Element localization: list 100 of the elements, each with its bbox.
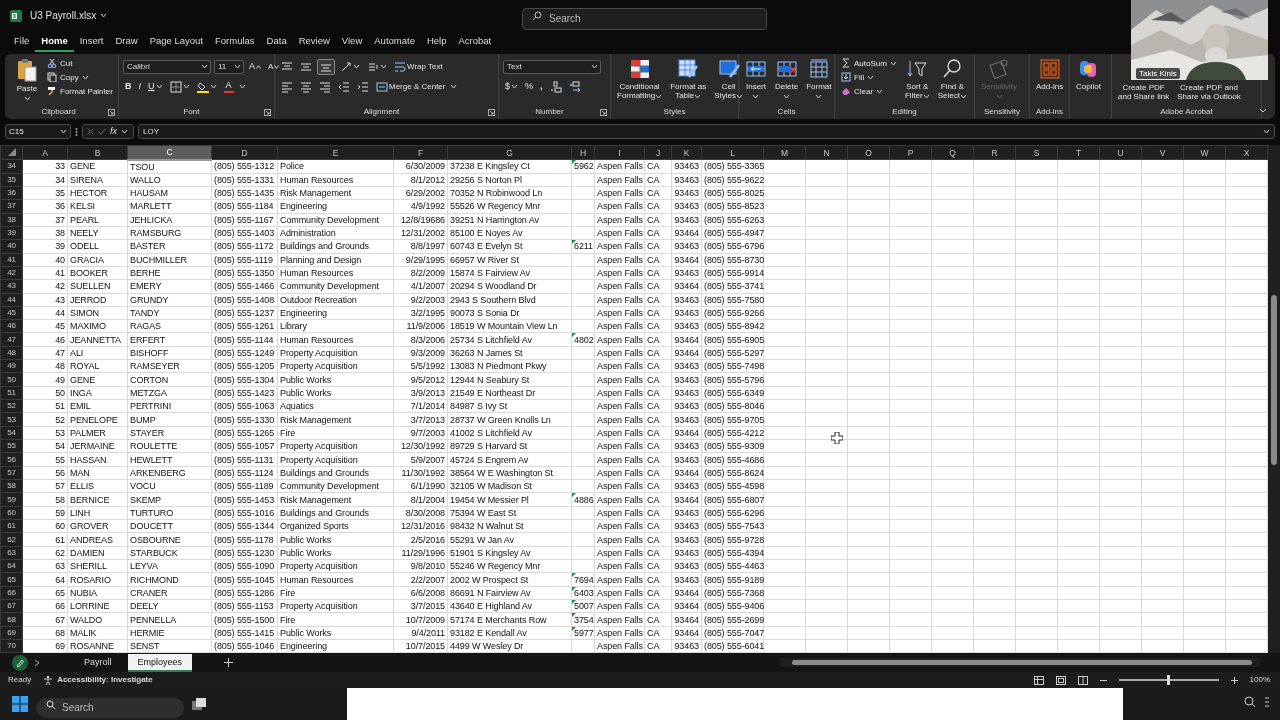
column-header[interactable]: U bbox=[1099, 145, 1142, 160]
table-cell: Aspen Falls bbox=[594, 226, 645, 240]
menu-tab[interactable]: View bbox=[335, 33, 369, 53]
menu-tab[interactable]: Acrobat bbox=[452, 33, 498, 53]
insert-function-button[interactable]: fx bbox=[110, 124, 117, 139]
menu-tab[interactable]: Help bbox=[420, 33, 453, 53]
column-header[interactable]: Q bbox=[931, 145, 974, 160]
menu-tab[interactable]: Page Layout bbox=[143, 33, 209, 53]
menu-tab[interactable]: File bbox=[8, 33, 36, 53]
column-header[interactable]: R bbox=[973, 145, 1016, 160]
menu-tab[interactable]: Data bbox=[260, 33, 293, 53]
ribbon-button[interactable]: Format bbox=[804, 56, 834, 102]
font-size-dropdown[interactable]: 11 bbox=[214, 59, 244, 74]
comma-style-button[interactable]: , bbox=[538, 80, 545, 94]
taskbar-search-field[interactable]: Search bbox=[36, 697, 184, 718]
column-header[interactable]: J bbox=[644, 145, 672, 160]
bold-button[interactable]: B bbox=[123, 80, 134, 94]
table-cell: DEELY bbox=[127, 599, 212, 613]
underline-button[interactable]: U bbox=[146, 80, 165, 94]
column-header[interactable]: V bbox=[1141, 145, 1184, 160]
ribbon-button[interactable]: Insert bbox=[743, 56, 769, 102]
file-name-menu[interactable]: U3 Payroll.xlsx bbox=[30, 8, 108, 24]
ribbon-button[interactable]: Cell Styles bbox=[712, 56, 746, 102]
decrease-indent-button[interactable] bbox=[336, 79, 352, 94]
sheet-tab[interactable]: Payroll bbox=[74, 653, 122, 672]
ribbon-button[interactable]: Format as Table bbox=[668, 56, 709, 102]
merge-center-button[interactable]: Merge & Center bbox=[374, 79, 448, 94]
ribbon-button[interactable]: Format Painter bbox=[45, 84, 115, 98]
ribbon-button[interactable]: Create PDF and Share via Outlook bbox=[1175, 81, 1243, 103]
wrap-text-button[interactable]: Wrap Text bbox=[392, 59, 445, 74]
column-header[interactable]: M bbox=[763, 145, 806, 160]
ribbon-button[interactable]: Fill bbox=[839, 70, 899, 84]
ribbon-button[interactable]: Add-ins bbox=[1034, 56, 1066, 93]
ribbon-button[interactable]: Copilot bbox=[1074, 56, 1103, 93]
italic-button[interactable]: I bbox=[136, 80, 143, 94]
column-header[interactable]: I bbox=[594, 145, 645, 160]
column-header[interactable]: X bbox=[1225, 145, 1268, 160]
sheet-tab[interactable]: Employees bbox=[127, 653, 193, 672]
menu-tab[interactable]: Home bbox=[35, 33, 74, 53]
search-field[interactable]: Search bbox=[522, 7, 767, 30]
zoom-level[interactable]: 100% bbox=[1249, 674, 1270, 687]
column-header[interactable]: L bbox=[701, 145, 764, 160]
table-cell: Property Acquisition bbox=[277, 439, 394, 453]
column-header[interactable]: C bbox=[127, 145, 212, 160]
ribbon-button[interactable]: Cut bbox=[45, 56, 115, 70]
column-header[interactable]: T bbox=[1057, 145, 1100, 160]
column-header[interactable]: O bbox=[847, 145, 890, 160]
formula-input[interactable]: LOY bbox=[138, 124, 1275, 140]
column-header[interactable]: D bbox=[211, 145, 278, 160]
menu-tab[interactable]: Draw bbox=[109, 33, 144, 53]
table-cell: (805) 555-1057 bbox=[211, 439, 278, 453]
font-name-dropdown[interactable]: Calibri bbox=[123, 59, 211, 74]
column-header[interactable]: H bbox=[571, 145, 595, 160]
align-button[interactable] bbox=[317, 79, 333, 94]
column-header[interactable]: W bbox=[1183, 145, 1226, 160]
ribbon-button[interactable]: Conditional Formatting bbox=[615, 56, 665, 102]
table-cell: RAMSBURG bbox=[127, 226, 212, 240]
ribbon-button[interactable]: Find & Select bbox=[935, 56, 969, 102]
ribbon-button[interactable]: AutoSum bbox=[839, 56, 899, 70]
grow-font-button[interactable]: A bbox=[247, 60, 263, 74]
currency-button[interactable]: $ bbox=[503, 80, 520, 94]
column-header[interactable]: S bbox=[1015, 145, 1058, 160]
column-header[interactable]: E bbox=[277, 145, 394, 160]
name-box[interactable]: C15 bbox=[5, 124, 71, 140]
increase-indent-button[interactable] bbox=[355, 79, 371, 94]
column-header[interactable]: B bbox=[67, 145, 128, 160]
column-header[interactable]: G bbox=[447, 145, 572, 160]
column-header[interactable]: K bbox=[671, 145, 702, 160]
zoom-slider-thumb[interactable] bbox=[1167, 675, 1171, 686]
font-color-button[interactable]: A bbox=[221, 79, 236, 94]
column-header[interactable]: A bbox=[22, 145, 68, 160]
column-header[interactable]: F bbox=[393, 145, 448, 160]
table-cell: HECTOR bbox=[67, 186, 128, 200]
column-header[interactable]: P bbox=[889, 145, 932, 160]
caret-icon bbox=[815, 93, 823, 99]
menu-tab[interactable]: Formulas bbox=[209, 33, 261, 53]
ribbon-button[interactable]: Sort & Filter bbox=[902, 56, 932, 102]
align-button[interactable] bbox=[298, 79, 314, 94]
table-cell: MARLETT bbox=[127, 199, 212, 214]
align-button[interactable] bbox=[279, 79, 295, 94]
ribbon-button[interactable]: Clear bbox=[839, 84, 899, 98]
number-format-dropdown[interactable]: Text bbox=[503, 59, 601, 74]
ribbon-button[interactable]: Create PDF and Share link bbox=[1116, 81, 1172, 103]
borders-button[interactable] bbox=[167, 79, 192, 94]
table-cell: (805) 555-1046 bbox=[211, 639, 278, 653]
menu-tab[interactable]: Automate bbox=[368, 33, 421, 53]
column-header[interactable]: N bbox=[805, 145, 848, 160]
shrink-font-button[interactable]: A bbox=[266, 60, 282, 74]
ribbon-button[interactable]: Delete bbox=[773, 56, 801, 102]
percent-button[interactable]: % bbox=[523, 80, 536, 94]
ribbon-button[interactable]: Paste bbox=[13, 56, 41, 104]
vertical-scrollbar[interactable] bbox=[1268, 145, 1280, 654]
align-button[interactable] bbox=[317, 58, 335, 75]
horizontal-scrollbar[interactable] bbox=[780, 658, 1260, 668]
table-cell: 61 bbox=[22, 532, 68, 547]
menu-tab[interactable]: Insert bbox=[73, 33, 110, 53]
accessibility-button[interactable]: Accessibility: Investigate bbox=[43, 674, 153, 687]
table-cell: ROULETTE bbox=[127, 439, 212, 453]
ribbon-button[interactable]: Copy bbox=[45, 70, 115, 84]
menu-tab[interactable]: Review bbox=[292, 33, 336, 53]
